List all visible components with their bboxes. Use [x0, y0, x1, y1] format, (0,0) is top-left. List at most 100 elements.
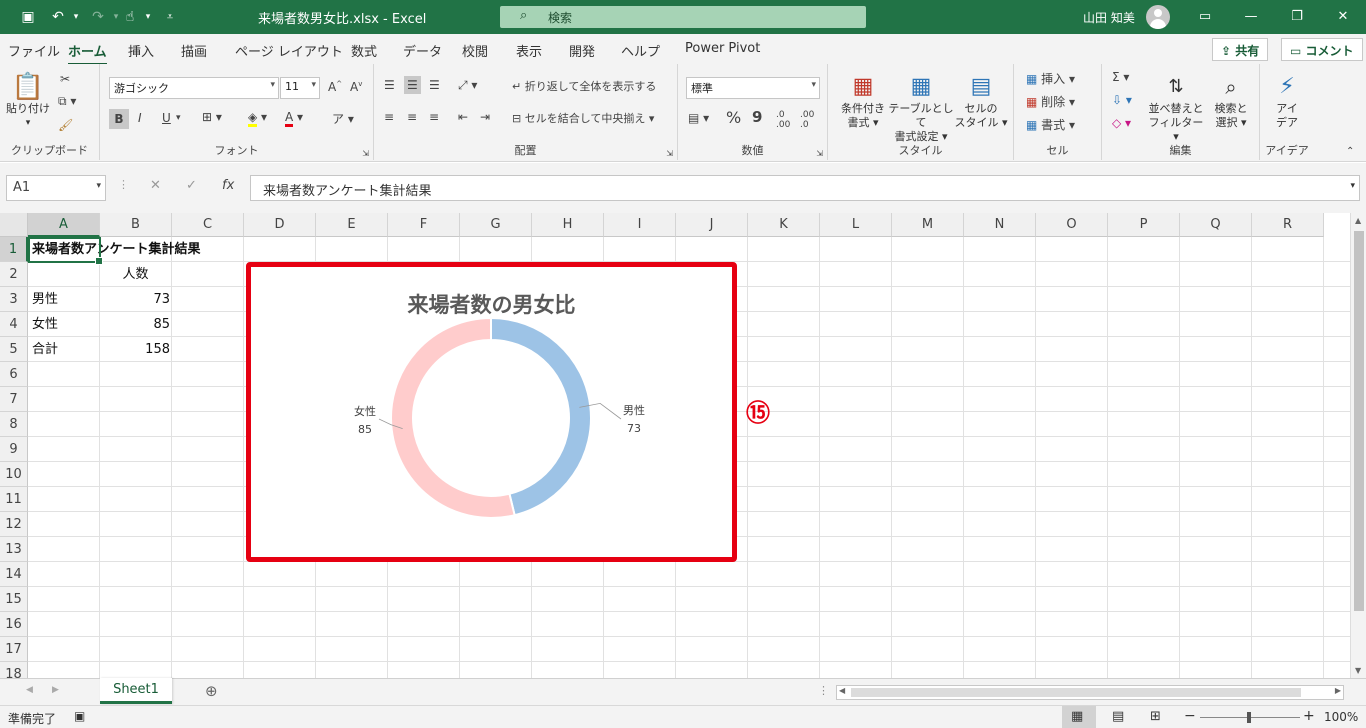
name-box[interactable]: A1 ▾ [6, 175, 106, 201]
customize-qat-icon[interactable]: ⩡ [160, 7, 180, 27]
number-format-select[interactable]: 標準 ▾ [686, 77, 820, 99]
row-header-3[interactable]: 3 [0, 287, 28, 312]
cell-B3[interactable]: 73 [101, 287, 173, 312]
column-header-F[interactable]: F [388, 213, 460, 237]
dialog-launcher-icon[interactable]: ⇲ [666, 149, 673, 158]
macro-record-icon[interactable]: ▣ [74, 709, 85, 723]
column-header-K[interactable]: K [748, 213, 820, 237]
row-header-17[interactable]: 17 [0, 637, 28, 662]
cut-icon[interactable]: ✂ [60, 72, 70, 86]
formula-input[interactable]: 来場者数アンケート集計結果 ▾ [250, 175, 1360, 201]
prev-sheet-icon[interactable]: ◀ [26, 685, 33, 695]
scroll-up-icon[interactable]: ▲ [1355, 216, 1361, 225]
cell-B2[interactable]: 人数 [101, 262, 173, 287]
row-header-14[interactable]: 14 [0, 562, 28, 587]
row-header-13[interactable]: 13 [0, 537, 28, 562]
dialog-launcher-icon[interactable]: ⇲ [816, 149, 823, 158]
next-sheet-icon[interactable]: ▶ [52, 685, 59, 695]
align-left-icon[interactable]: ≡ [384, 110, 394, 124]
tab-view[interactable]: 表示 [516, 41, 542, 60]
paste-button[interactable]: 📋 貼り付け ▾ [6, 72, 50, 130]
column-header-M[interactable]: M [892, 213, 964, 237]
column-header-I[interactable]: I [604, 213, 676, 237]
collapse-ribbon-icon[interactable]: ⌃ [1346, 146, 1354, 157]
comment-button[interactable]: ▭ コメント [1281, 38, 1363, 61]
column-header-G[interactable]: G [460, 213, 532, 237]
column-header-J[interactable]: J [676, 213, 748, 237]
cell-B5[interactable]: 158 [101, 337, 173, 362]
chevron-down-icon[interactable]: ▾ [1350, 181, 1355, 191]
undo-dropdown-icon[interactable]: ▾ [66, 7, 86, 27]
insert-cells-button[interactable]: ▦ 挿入 ▾ [1026, 70, 1075, 87]
row-header-15[interactable]: 15 [0, 587, 28, 612]
tab-developer[interactable]: 開発 [569, 41, 595, 60]
row-header-9[interactable]: 9 [0, 437, 28, 462]
find-select-button[interactable]: ⌕ 検索と 選択 ▾ [1206, 72, 1256, 130]
tab-formulas[interactable]: 数式 [351, 41, 377, 60]
cell-styles-button[interactable]: ▤ セルの スタイル ▾ [952, 72, 1010, 130]
cell-A5[interactable]: 合計 [32, 337, 58, 362]
dialog-launcher-icon[interactable]: ⇲ [362, 149, 369, 158]
column-header-O[interactable]: O [1036, 213, 1108, 237]
data-label-value-1[interactable]: 85 [358, 423, 372, 436]
increase-indent-icon[interactable]: ⇥ [480, 110, 490, 124]
tab-review[interactable]: 校閲 [462, 41, 488, 60]
horizontal-scrollbar[interactable]: ◀ ▶ [836, 685, 1344, 700]
scroll-down-icon[interactable]: ▼ [1355, 666, 1361, 675]
align-top-icon[interactable]: ☰ [384, 78, 395, 92]
touch-mode-icon[interactable]: ☝ [120, 7, 140, 27]
fill-icon[interactable]: ⇩ ▾ [1112, 93, 1132, 107]
sheet-tab-sheet1[interactable]: Sheet1 [100, 678, 172, 704]
cell-A4[interactable]: 女性 [32, 312, 58, 337]
column-header-B[interactable]: B [100, 213, 172, 237]
column-header-D[interactable]: D [244, 213, 316, 237]
zoom-in-icon[interactable]: + [1303, 708, 1315, 724]
increase-font-icon[interactable]: A^ [328, 80, 342, 94]
merge-center-button[interactable]: ⊟ セルを結合して中央揃え ▾ [512, 110, 654, 126]
column-header-A[interactable]: A [28, 213, 100, 237]
phonetic-icon[interactable]: ア ▾ [332, 110, 354, 127]
doughnut-slice-0[interactable] [490, 316, 592, 517]
ribbon-display-icon[interactable]: ▭ [1190, 6, 1220, 28]
share-button[interactable]: ⇪ 共有 [1212, 38, 1269, 61]
cancel-icon[interactable]: ✕ [150, 178, 161, 193]
zoom-slider-thumb[interactable] [1247, 712, 1251, 723]
column-header-N[interactable]: N [964, 213, 1036, 237]
delete-cells-button[interactable]: ▦ 削除 ▾ [1026, 93, 1075, 110]
cell-B4[interactable]: 85 [101, 312, 173, 337]
row-header-18[interactable]: 18 [0, 662, 28, 678]
tab-help[interactable]: ヘルプ [621, 41, 660, 60]
enter-icon[interactable]: ✓ [186, 178, 197, 193]
decrease-font-icon[interactable]: Av [350, 80, 362, 94]
bold-button[interactable]: B [109, 109, 129, 129]
underline-dropdown-icon[interactable]: ▾ [176, 113, 181, 123]
add-sheet-icon[interactable]: ⊕ [205, 682, 218, 700]
tab-home[interactable]: ホーム [68, 41, 107, 66]
user-name[interactable]: 山田 知美 [1083, 9, 1135, 26]
conditional-format-button[interactable]: ▦ 条件付き 書式 ▾ [834, 72, 892, 130]
font-color-icon[interactable]: A ▾ [285, 110, 303, 127]
tab-data[interactable]: データ [403, 41, 442, 60]
row-header-16[interactable]: 16 [0, 612, 28, 637]
vertical-scroll-thumb[interactable] [1354, 231, 1364, 611]
row-header-10[interactable]: 10 [0, 462, 28, 487]
format-painter-icon[interactable]: 🖌 [58, 118, 73, 132]
orientation-icon[interactable]: ⤢ ▾ [458, 78, 477, 93]
column-header-P[interactable]: P [1108, 213, 1180, 237]
vertical-scrollbar[interactable]: ▲ ▼ [1350, 213, 1366, 678]
tab-file[interactable]: ファイル [8, 41, 60, 60]
zoom-level[interactable]: 100% [1324, 710, 1358, 724]
column-header-C[interactable]: C [172, 213, 244, 237]
column-header-H[interactable]: H [532, 213, 604, 237]
data-label-value-0[interactable]: 73 [627, 422, 641, 435]
percent-button[interactable]: % [726, 108, 741, 127]
format-cells-button[interactable]: ▦ 書式 ▾ [1026, 116, 1075, 133]
sort-filter-button[interactable]: ⇅ 並べ替えと フィルター ▾ [1146, 72, 1206, 144]
align-bottom-icon[interactable]: ☰ [429, 78, 440, 92]
avatar[interactable] [1146, 5, 1170, 29]
italic-button[interactable]: I [138, 111, 142, 125]
fill-color-icon[interactable]: ◈ ▾ [248, 110, 267, 127]
normal-view-icon[interactable]: ▦ [1071, 709, 1083, 724]
row-header-1[interactable]: 1 [0, 237, 28, 262]
restore-icon[interactable]: ❐ [1282, 6, 1312, 28]
